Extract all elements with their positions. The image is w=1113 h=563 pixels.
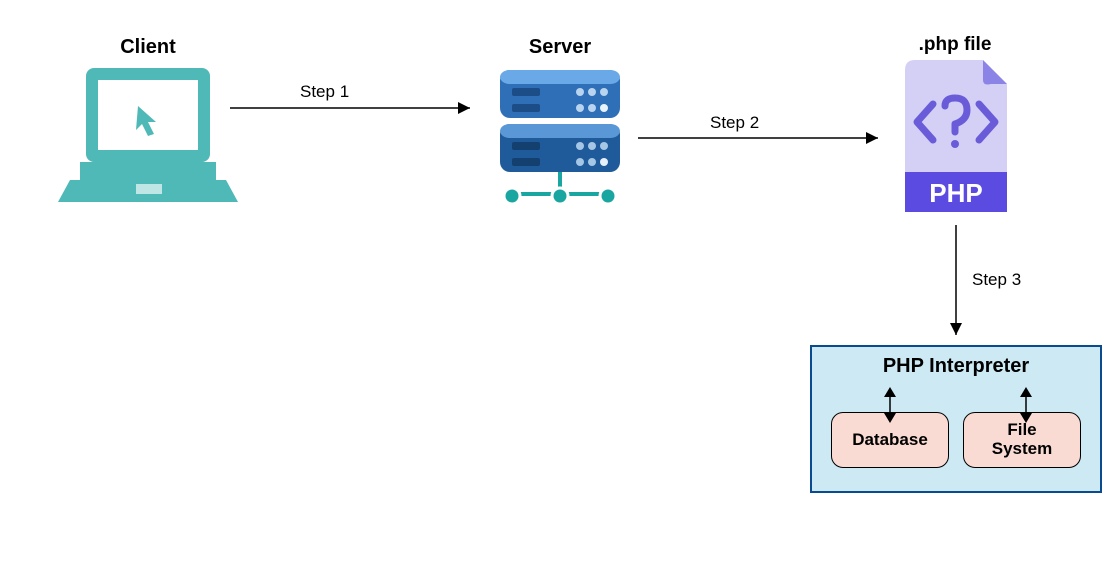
interpreter-title: PHP Interpreter (812, 355, 1100, 378)
php-interpreter-box: PHP Interpreter Database File System (810, 345, 1102, 493)
step3-label: Step 3 (972, 270, 1021, 290)
interpreter-inner-arrows (812, 385, 1104, 425)
